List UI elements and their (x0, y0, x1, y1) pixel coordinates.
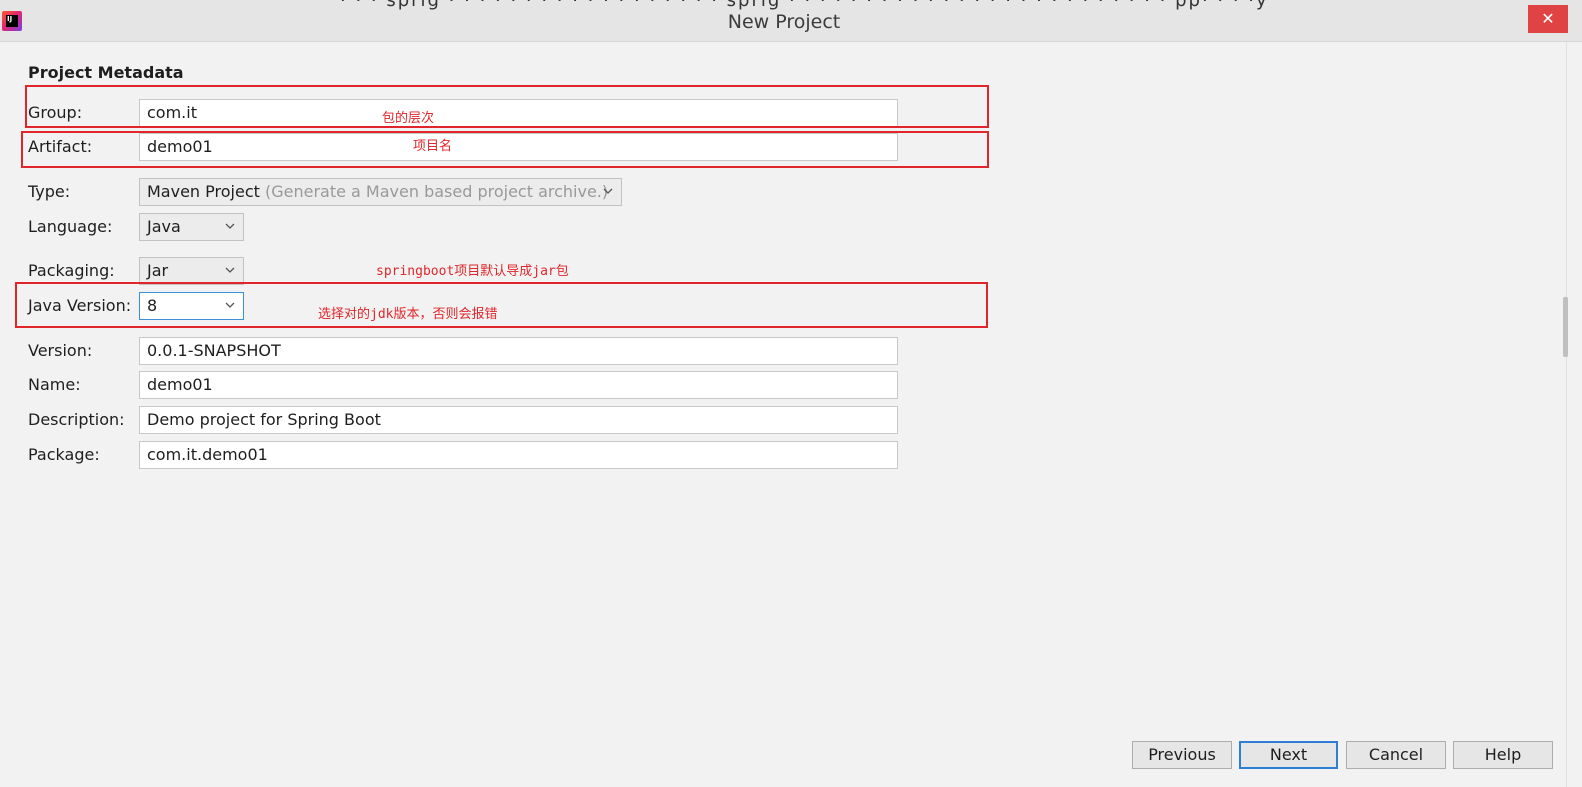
close-button[interactable]: ✕ (1528, 5, 1568, 33)
packaging-select[interactable]: Jar (139, 257, 244, 285)
group-annotation: 包的层次 (382, 111, 435, 126)
type-select[interactable]: Maven Project (Generate a Maven based pr… (139, 178, 622, 206)
help-button[interactable]: Help (1453, 741, 1553, 769)
name-field[interactable]: demo01 (139, 371, 898, 399)
description-label: Description: (28, 410, 125, 429)
next-button[interactable]: Next (1239, 741, 1338, 769)
description-field[interactable]: Demo project for Spring Boot (139, 406, 898, 434)
scrollbar-thumb[interactable] (1563, 297, 1568, 357)
cancel-button[interactable]: Cancel (1346, 741, 1446, 769)
packaging-label: Packaging: (28, 261, 115, 280)
packaging-annotation: springboot项目默认导成jar包 (376, 264, 569, 279)
group-highlight-box (25, 85, 989, 128)
chevron-down-icon (225, 267, 235, 273)
package-field[interactable]: com.it.demo01 (139, 441, 898, 469)
language-select[interactable]: Java (139, 213, 244, 241)
type-label: Type: (28, 182, 71, 201)
packaging-value: Jar (147, 261, 169, 280)
type-value: Maven Project (147, 182, 260, 201)
artifact-highlight-box (21, 131, 989, 168)
window-edge (1566, 42, 1567, 787)
background-window-text: · · · sprig · · · · · · · · · · · · · · … (340, 0, 1269, 11)
version-label: Version: (28, 341, 93, 360)
previous-button[interactable]: Previous (1132, 741, 1232, 769)
version-field[interactable]: 0.0.1-SNAPSHOT (139, 337, 898, 365)
artifact-annotation: 项目名 (413, 139, 453, 154)
language-label: Language: (28, 217, 113, 236)
chevron-down-icon (225, 223, 235, 229)
chevron-down-icon (603, 188, 613, 194)
language-value: Java (147, 217, 181, 236)
window-title: New Project (727, 11, 841, 33)
name-label: Name: (28, 375, 81, 394)
java-version-annotation: 选择对的jdk版本，否则会报错 (318, 307, 498, 322)
package-label: Package: (28, 445, 100, 464)
type-hint: (Generate a Maven based project archive.… (264, 182, 609, 201)
java-version-highlight-box (15, 282, 988, 328)
section-title: Project Metadata (28, 63, 184, 82)
